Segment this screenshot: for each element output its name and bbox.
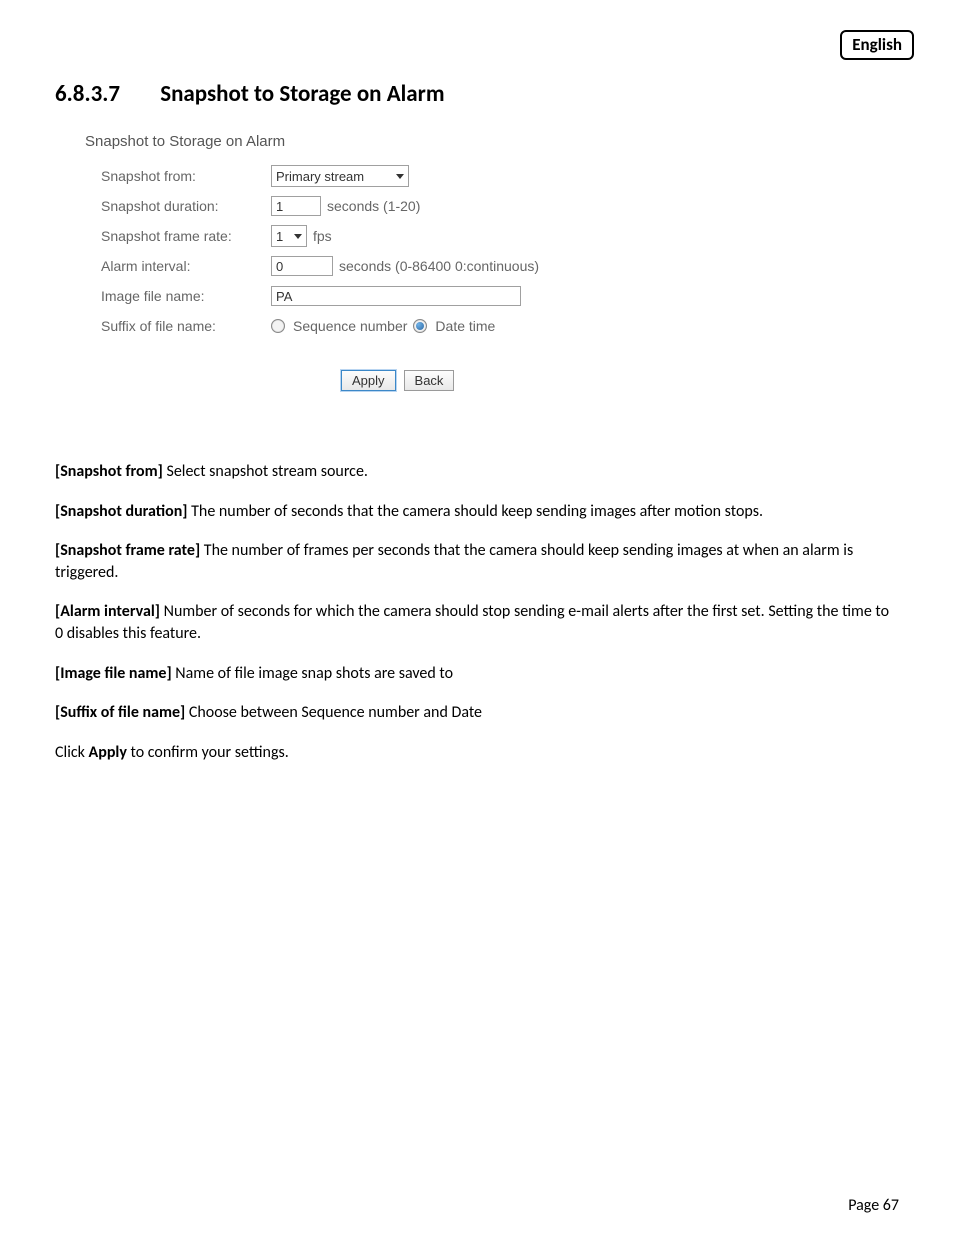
radio-date-time[interactable] xyxy=(413,319,427,333)
apply-button[interactable]: Apply xyxy=(341,370,396,391)
radio-sequence-label: Sequence number xyxy=(293,318,407,334)
term-image-file-name: [Image file name] xyxy=(55,664,172,683)
page-footer: Page 67 xyxy=(848,1196,899,1215)
alarm-interval-input[interactable]: 0 xyxy=(271,256,333,276)
term-snapshot-from: [Snapshot from] xyxy=(55,462,163,481)
settings-panel: Snapshot to Storage on Alarm Snapshot fr… xyxy=(85,133,645,391)
section-title: Snapshot to Storage on Alarm xyxy=(160,80,444,108)
radio-date-label: Date time xyxy=(435,318,495,334)
section-number: 6.8.3.7 xyxy=(55,80,155,108)
term-snapshot-frame-rate: [Snapshot frame rate] xyxy=(55,541,200,560)
snapshot-from-value: Primary stream xyxy=(276,169,364,184)
term-apply: Apply xyxy=(89,743,127,762)
chevron-down-icon xyxy=(294,234,302,239)
image-file-name-input[interactable]: PA xyxy=(271,286,521,306)
interval-hint: seconds (0-86400 0:continuous) xyxy=(339,258,539,274)
back-button[interactable]: Back xyxy=(404,370,455,391)
label-image-file-name: Image file name: xyxy=(101,288,271,304)
fps-hint: fps xyxy=(313,228,332,244)
snapshot-from-select[interactable]: Primary stream xyxy=(271,165,409,187)
label-suffix: Suffix of file name: xyxy=(101,318,271,334)
description-block: [Snapshot from] Select snapshot stream s… xyxy=(55,461,899,763)
label-snapshot-from: Snapshot from: xyxy=(101,168,271,184)
section-heading: 6.8.3.7 Snapshot to Storage on Alarm xyxy=(55,80,899,108)
label-frame-rate: Snapshot frame rate: xyxy=(101,228,271,244)
snapshot-duration-input[interactable]: 1 xyxy=(271,196,321,216)
chevron-down-icon xyxy=(396,174,404,179)
label-alarm-interval: Alarm interval: xyxy=(101,258,271,274)
frame-rate-select[interactable]: 1 xyxy=(271,225,307,247)
term-alarm-interval: [Alarm interval] xyxy=(55,602,160,621)
language-badge: English xyxy=(840,30,914,60)
radio-sequence-number[interactable] xyxy=(271,319,285,333)
panel-title: Snapshot to Storage on Alarm xyxy=(85,133,645,150)
term-suffix: [Suffix of file name] xyxy=(55,703,185,722)
term-snapshot-duration: [Snapshot duration] xyxy=(55,502,188,521)
label-snapshot-duration: Snapshot duration: xyxy=(101,198,271,214)
duration-hint: seconds (1-20) xyxy=(327,198,420,214)
